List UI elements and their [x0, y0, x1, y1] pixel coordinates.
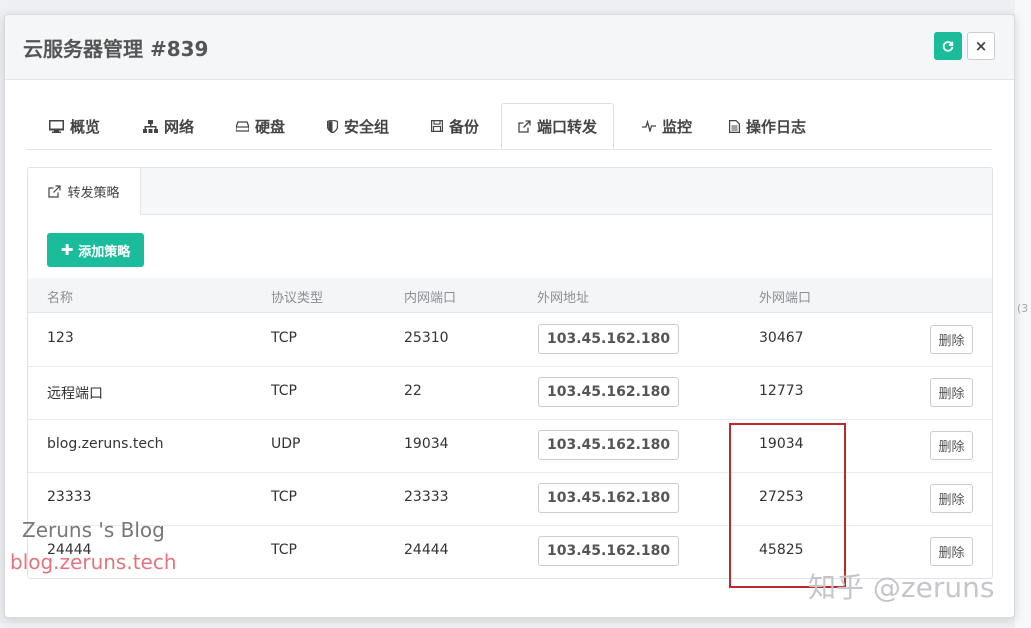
- cell-name: 23333: [47, 489, 92, 505]
- cell-protocol: UDP: [271, 436, 301, 452]
- cell-protocol: TCP: [271, 383, 297, 399]
- external-ip-box[interactable]: 103.45.162.180: [538, 536, 680, 566]
- cell-internal-port: 19034: [404, 436, 449, 452]
- tab-label: 网络: [164, 117, 195, 136]
- cell-internal-port: 22: [404, 383, 422, 399]
- tab-label: 备份: [449, 117, 480, 136]
- watermark-zhihu: 知乎 @zeruns: [808, 571, 995, 604]
- delete-button[interactable]: 删除: [930, 378, 973, 407]
- shield-icon: [327, 119, 338, 133]
- modal-title: 云服务器管理 #839: [23, 37, 209, 61]
- cell-name: 123: [47, 330, 74, 346]
- external-ip-box[interactable]: 103.45.162.180: [538, 324, 680, 354]
- tab-security-group[interactable]: 安全组: [327, 103, 389, 149]
- tab-label: 操作日志: [746, 117, 807, 136]
- column-header-external-port: 外网端口: [759, 291, 812, 306]
- table-row: 远程端口 TCP 22 103.45.162.180 12773 删除: [28, 366, 992, 420]
- external-link-icon: [48, 185, 62, 198]
- column-header-external-address: 外网地址: [537, 291, 590, 306]
- save-icon: [431, 120, 443, 132]
- watermark-blog-title: Zeruns 's Blog: [22, 518, 165, 542]
- add-policy-button[interactable]: ✚ 添加策略: [47, 233, 144, 267]
- table-header: 名称 协议类型 内网端口 外网地址 外网端口: [28, 278, 992, 313]
- external-ip-box[interactable]: 103.45.162.180: [538, 483, 680, 513]
- table-row: 123 TCP 25310 103.45.162.180 30467 删除: [28, 313, 992, 367]
- tab-port-forwarding[interactable]: 端口转发: [501, 103, 615, 149]
- watermark-blog-url: blog.zeruns.tech: [10, 550, 177, 574]
- external-link-icon: [518, 119, 531, 133]
- tab-overview[interactable]: 概览: [49, 103, 100, 149]
- column-header-name: 名称: [47, 291, 74, 306]
- tab-label: 安全组: [344, 117, 390, 136]
- hdd-icon: [236, 120, 249, 132]
- tab-label: 端口转发: [537, 117, 598, 136]
- heartbeat-icon: [642, 120, 656, 132]
- table-row: 23333 TCP 23333 103.45.162.180 27253 删除: [28, 472, 992, 526]
- highlight-annotation-box: [729, 423, 846, 588]
- background-page-edge: (3: [1015, 0, 1031, 628]
- column-header-protocol: 协议类型: [271, 291, 324, 306]
- external-ip-box[interactable]: 103.45.162.180: [538, 377, 680, 407]
- cell-external-port: 30467: [759, 330, 804, 346]
- close-button[interactable]: ×: [967, 32, 995, 60]
- panel-header: [28, 168, 992, 215]
- tab-label: 概览: [70, 117, 101, 136]
- forwarding-panel: 转发策略 ✚ 添加策略 名称 协议类型 内网端口 外网地址 外网端口 123 T…: [27, 167, 993, 579]
- tab-bar: 概览 网络 硬盘 安全组 备份 端口转发 监控 操作日志: [27, 103, 992, 150]
- tab-label: 硬盘: [255, 117, 286, 136]
- refresh-icon: [942, 41, 954, 52]
- tab-backup[interactable]: 备份: [431, 103, 479, 149]
- cell-external-port: 12773: [759, 383, 804, 399]
- cell-internal-port: 23333: [404, 489, 449, 505]
- background-edge-text: (3: [1017, 302, 1029, 315]
- cell-protocol: TCP: [271, 489, 297, 505]
- tab-label: 监控: [662, 117, 693, 136]
- table-row: blog.zeruns.tech UDP 19034 103.45.162.18…: [28, 419, 992, 473]
- tab-monitoring[interactable]: 监控: [642, 103, 692, 149]
- close-icon: ×: [974, 37, 988, 55]
- subtab-label: 转发策略: [67, 186, 120, 201]
- add-policy-label: 添加策略: [78, 244, 131, 260]
- refresh-button[interactable]: [934, 32, 962, 60]
- delete-button[interactable]: 删除: [930, 431, 973, 460]
- monitor-icon: [49, 119, 64, 133]
- cell-protocol: TCP: [271, 542, 297, 558]
- cell-internal-port: 25310: [404, 330, 449, 346]
- plus-icon: ✚: [60, 241, 74, 259]
- cell-name: 远程端口: [47, 386, 103, 402]
- external-ip-box[interactable]: 103.45.162.180: [538, 430, 680, 460]
- delete-button[interactable]: 删除: [930, 484, 973, 513]
- cell-protocol: TCP: [271, 330, 297, 346]
- column-header-internal-port: 内网端口: [404, 291, 457, 306]
- delete-button[interactable]: 删除: [930, 325, 973, 354]
- network-icon: [143, 119, 158, 133]
- subtab-forwarding-policy[interactable]: 转发策略: [28, 168, 141, 215]
- cell-internal-port: 24444: [404, 542, 449, 558]
- modal-header: 云服务器管理 #839 ×: [5, 15, 1014, 80]
- tab-network[interactable]: 网络: [143, 103, 194, 149]
- tab-operation-log[interactable]: 操作日志: [729, 103, 806, 149]
- cell-name: blog.zeruns.tech: [47, 436, 164, 452]
- tab-disk[interactable]: 硬盘: [236, 103, 285, 149]
- file-icon: [729, 119, 740, 133]
- delete-button[interactable]: 删除: [930, 537, 973, 566]
